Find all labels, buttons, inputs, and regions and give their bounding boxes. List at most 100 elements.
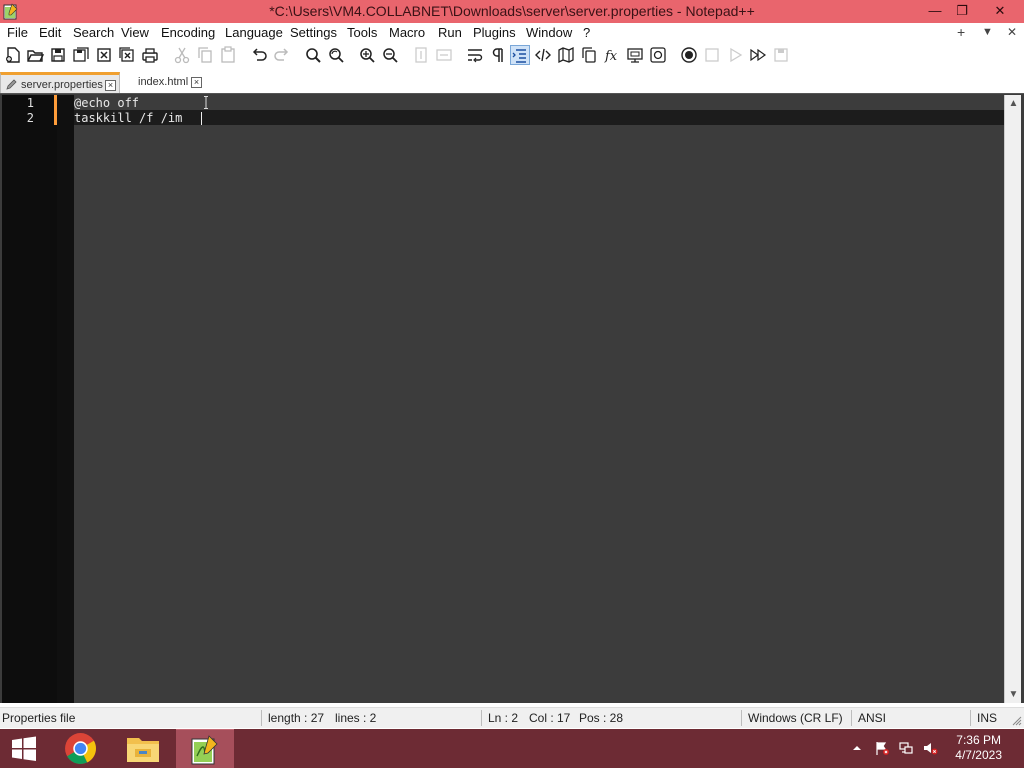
restore-icon: ❐ bbox=[956, 3, 968, 18]
save-icon[interactable] bbox=[48, 45, 68, 65]
menu-window[interactable]: Window bbox=[526, 25, 572, 40]
copy-icon[interactable] bbox=[195, 45, 215, 65]
svg-text:fx: fx bbox=[604, 49, 618, 64]
text-caret bbox=[201, 112, 202, 125]
menu-encoding[interactable]: Encoding bbox=[161, 25, 215, 40]
tab-list-dropdown-icon[interactable]: ▼ bbox=[982, 26, 993, 38]
volume-muted-icon[interactable] bbox=[922, 740, 938, 756]
fold-margin[interactable] bbox=[57, 95, 74, 703]
menu-help[interactable]: ? bbox=[583, 25, 590, 40]
document-list-icon[interactable] bbox=[579, 45, 599, 65]
windows-start-icon bbox=[12, 736, 36, 761]
close-all-icon[interactable] bbox=[117, 45, 137, 65]
monitoring-icon[interactable] bbox=[648, 45, 668, 65]
document-map-icon[interactable] bbox=[556, 45, 576, 65]
function-list-icon[interactable]: fx bbox=[602, 45, 622, 65]
line-number-gutter[interactable] bbox=[2, 95, 57, 703]
close-window-button[interactable]: ✕ bbox=[985, 0, 1015, 23]
notepadpp-icon bbox=[191, 735, 218, 765]
paste-icon[interactable] bbox=[218, 45, 238, 65]
open-file-icon[interactable] bbox=[25, 45, 45, 65]
menu-tools[interactable]: Tools bbox=[347, 25, 377, 40]
run-macro-multiple-icon[interactable] bbox=[748, 45, 768, 65]
menu-language[interactable]: Language bbox=[225, 25, 283, 40]
change-marker bbox=[54, 95, 57, 110]
status-eol-format: Windows (CR LF) bbox=[748, 711, 843, 725]
status-bar: Properties file length : 27 lines : 2 Ln… bbox=[0, 707, 1024, 728]
windows-start-button[interactable] bbox=[0, 729, 48, 768]
status-divider bbox=[970, 710, 971, 726]
zoom-in-icon[interactable] bbox=[357, 45, 377, 65]
minimize-icon: — bbox=[928, 3, 942, 18]
menu-view[interactable]: View bbox=[121, 25, 149, 40]
status-divider bbox=[851, 710, 852, 726]
tab-close-icon[interactable]: × bbox=[191, 77, 202, 88]
tab-index-html[interactable]: index.html × bbox=[122, 72, 208, 93]
pencil-icon bbox=[6, 79, 17, 90]
status-line-number: Ln : 2 bbox=[488, 711, 519, 725]
replace-icon[interactable] bbox=[326, 45, 346, 65]
notepadpp-window: *C:\Users\VM4.COLLABNET\Downloads\server… bbox=[0, 0, 1024, 768]
zoom-out-icon[interactable] bbox=[380, 45, 400, 65]
menu-plugins[interactable]: Plugins bbox=[473, 25, 516, 40]
notepadpp-taskbar-button[interactable] bbox=[176, 729, 234, 768]
tab-label: server.properties bbox=[21, 79, 103, 91]
record-macro-icon[interactable] bbox=[679, 45, 699, 65]
stop-macro-icon[interactable] bbox=[702, 45, 722, 65]
status-length: length : 27 bbox=[268, 711, 325, 725]
network-icon[interactable] bbox=[898, 740, 914, 756]
file-explorer-taskbar-button[interactable] bbox=[114, 729, 172, 768]
redo-icon[interactable] bbox=[272, 45, 292, 65]
sync-vertical-icon[interactable] bbox=[411, 45, 431, 65]
vertical-scrollbar[interactable]: ▲ ▼ bbox=[1004, 95, 1021, 703]
scroll-up-icon[interactable]: ▲ bbox=[1008, 98, 1019, 109]
indent-guide-icon[interactable] bbox=[510, 45, 530, 65]
tab-server-properties[interactable]: server.properties × bbox=[0, 72, 120, 93]
ibeam-cursor-icon bbox=[204, 96, 208, 109]
line-number: 1 bbox=[26, 96, 34, 110]
menu-file[interactable]: File bbox=[7, 25, 28, 40]
new-file-icon[interactable] bbox=[3, 45, 23, 65]
windows-taskbar: 7:36 PM 4/7/2023 bbox=[0, 729, 1024, 768]
close-icon[interactable] bbox=[94, 45, 114, 65]
play-macro-icon[interactable] bbox=[725, 45, 745, 65]
chrome-taskbar-button[interactable] bbox=[52, 729, 110, 768]
title-bar[interactable]: *C:\Users\VM4.COLLABNET\Downloads\server… bbox=[0, 0, 1024, 23]
xml-tag-icon[interactable] bbox=[533, 45, 553, 65]
show-hidden-icons-icon[interactable] bbox=[852, 740, 862, 756]
tab-close-icon[interactable]: × bbox=[105, 80, 116, 91]
add-new-tab-icon[interactable]: + bbox=[957, 24, 965, 40]
editor-area[interactable]: 1 2 @echo off taskkill /f /im ▲ ▼ bbox=[0, 93, 1024, 703]
save-macro-icon[interactable] bbox=[771, 45, 791, 65]
folder-workspace-icon[interactable] bbox=[625, 45, 645, 65]
code-line[interactable]: @echo off bbox=[74, 96, 139, 110]
change-marker bbox=[54, 110, 57, 125]
word-wrap-icon[interactable] bbox=[465, 45, 485, 65]
menu-edit[interactable]: Edit bbox=[39, 25, 61, 40]
minimize-button[interactable]: — bbox=[920, 0, 950, 23]
current-line-highlight bbox=[74, 110, 1004, 125]
system-clock[interactable]: 7:36 PM 4/7/2023 bbox=[955, 733, 1002, 763]
action-center-flag-icon[interactable] bbox=[874, 740, 890, 756]
save-all-icon[interactable] bbox=[71, 45, 91, 65]
menu-search[interactable]: Search bbox=[73, 25, 114, 40]
status-divider bbox=[741, 710, 742, 726]
show-all-chars-icon[interactable] bbox=[488, 45, 508, 65]
close-document-icon[interactable]: ✕ bbox=[1007, 25, 1017, 39]
menu-settings[interactable]: Settings bbox=[290, 25, 337, 40]
status-file-type: Properties file bbox=[2, 711, 76, 725]
undo-icon[interactable] bbox=[249, 45, 269, 65]
print-icon[interactable] bbox=[140, 45, 160, 65]
window-title: *C:\Users\VM4.COLLABNET\Downloads\server… bbox=[269, 3, 755, 19]
menu-macro[interactable]: Macro bbox=[389, 25, 425, 40]
line-number: 2 bbox=[26, 111, 34, 125]
cut-icon[interactable] bbox=[172, 45, 192, 65]
chrome-icon bbox=[65, 733, 96, 764]
restore-button[interactable]: ❐ bbox=[947, 0, 977, 23]
find-icon[interactable] bbox=[303, 45, 323, 65]
resize-grip-icon[interactable] bbox=[1012, 716, 1022, 726]
menu-run[interactable]: Run bbox=[438, 25, 462, 40]
code-line[interactable]: taskkill /f /im bbox=[74, 111, 190, 125]
sync-horizontal-icon[interactable] bbox=[434, 45, 454, 65]
scroll-down-icon[interactable]: ▼ bbox=[1008, 689, 1019, 700]
